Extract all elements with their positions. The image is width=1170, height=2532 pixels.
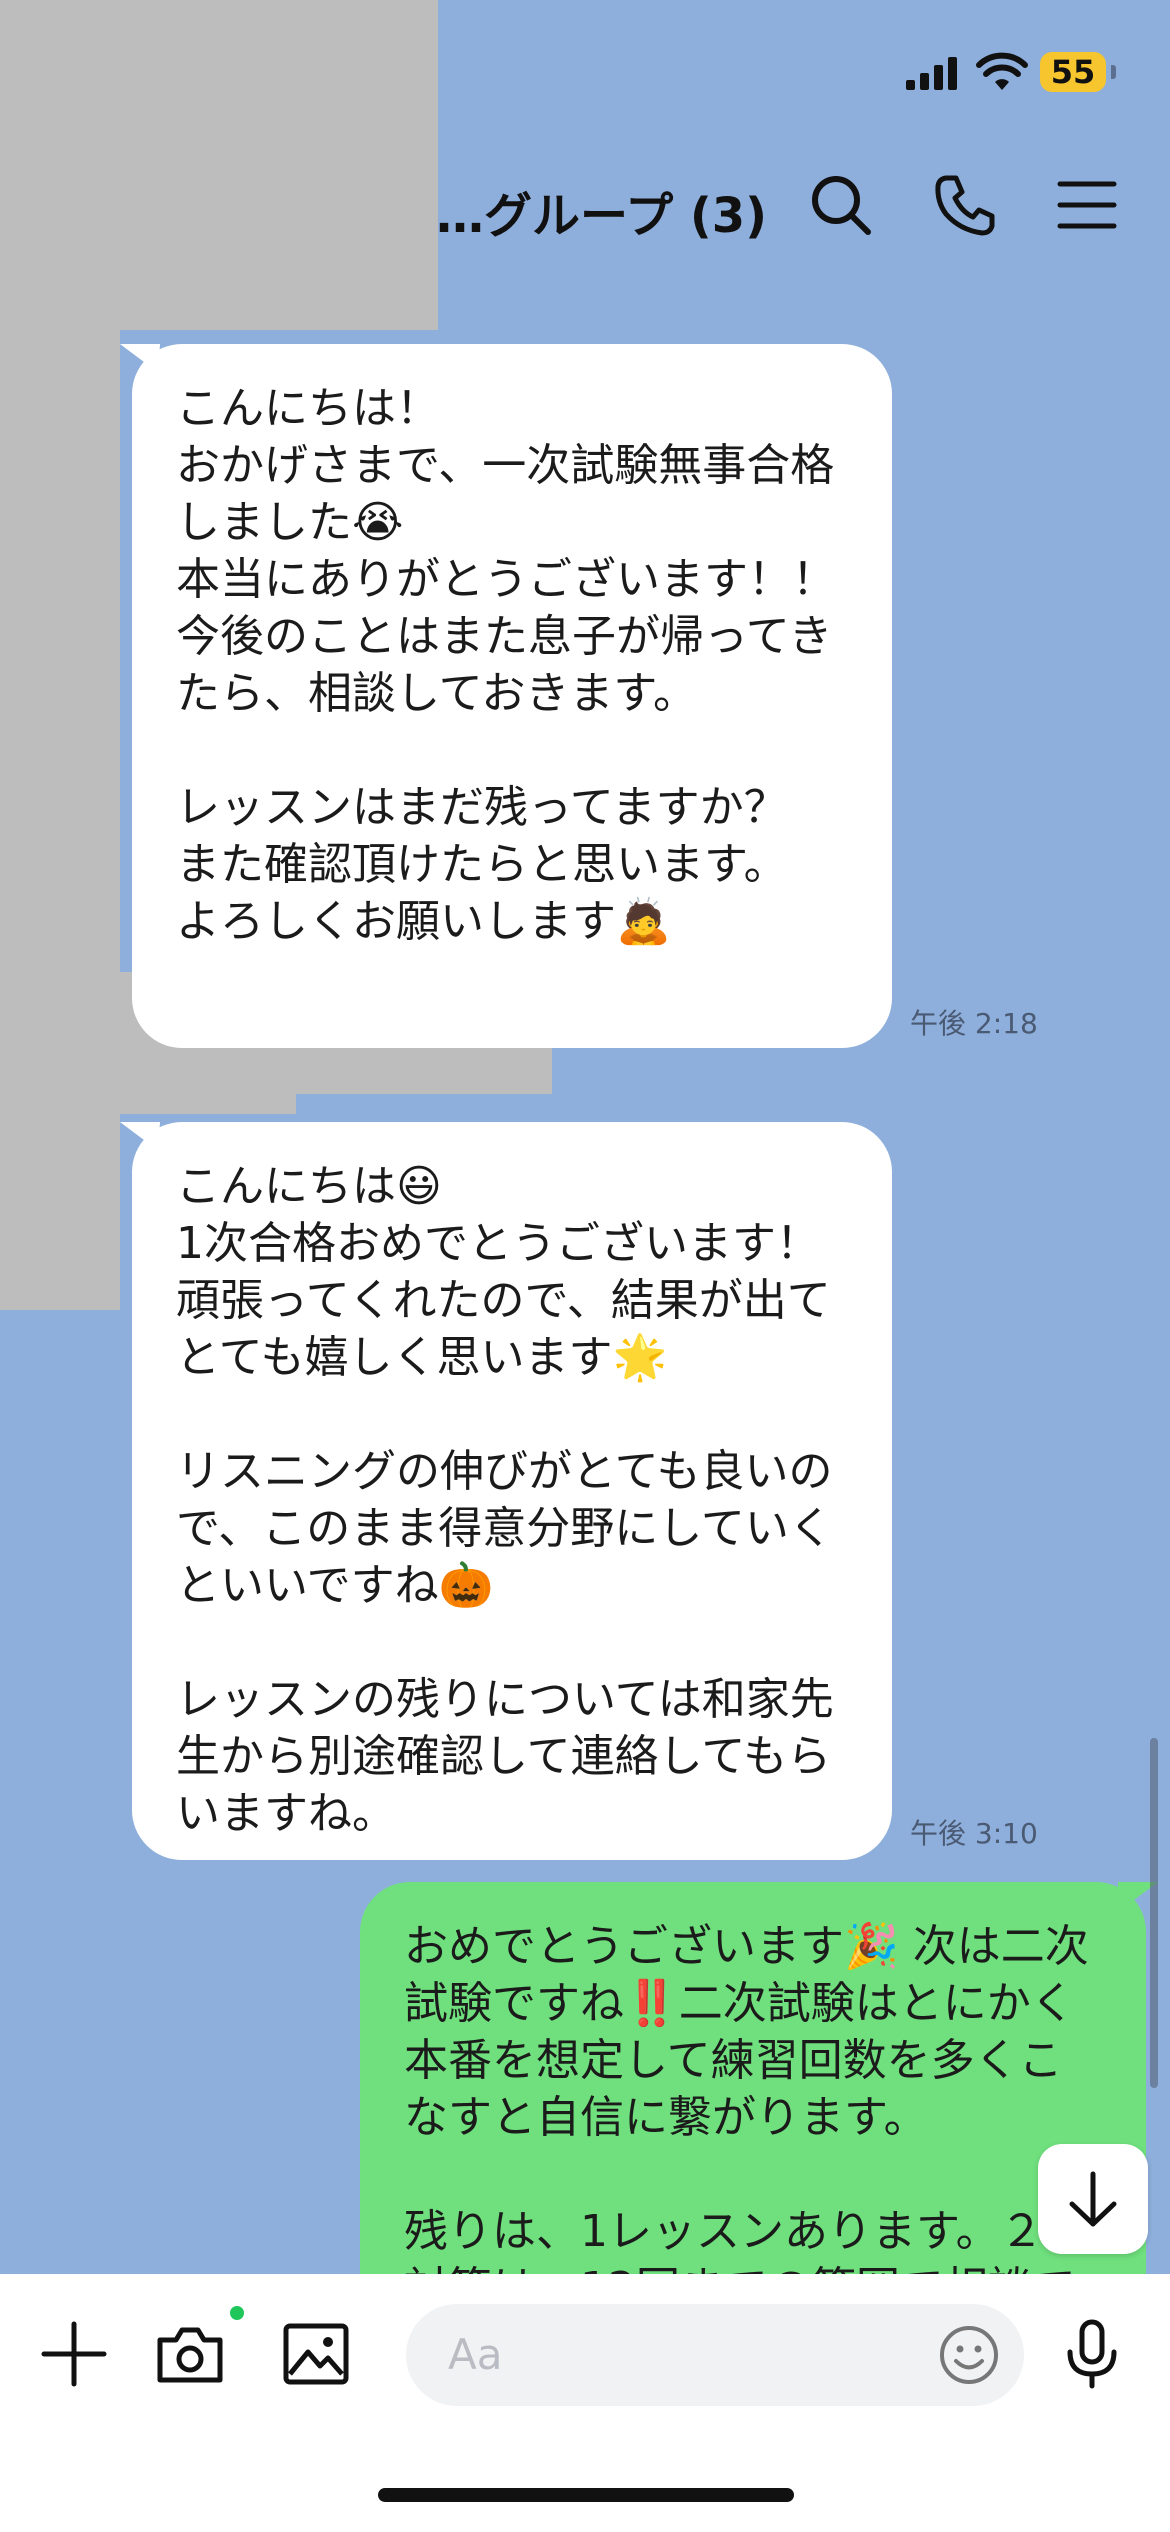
scrollbar[interactable] xyxy=(1150,1738,1158,2088)
redacted-area xyxy=(120,1094,296,1114)
menu-icon[interactable] xyxy=(1054,172,1120,238)
message-timestamp: 午後 3:10 xyxy=(910,1817,1038,1850)
cellular-signal-icon xyxy=(906,57,957,90)
arrow-down-icon xyxy=(1069,2171,1117,2227)
battery-indicator: 55 xyxy=(1040,52,1116,92)
incoming-message-bubble[interactable]: こんにちは😃 1次合格おめでとうございます！ 頑張ってくれたので、結果が出てとて… xyxy=(132,1122,892,1860)
image-icon[interactable] xyxy=(280,2318,352,2390)
chat-screen: 55 …グループ (3) こんにちは！ おかげさまで、一次試験無事合格しました😭… xyxy=(0,0,1170,2532)
message-timestamp: 午後 2:18 xyxy=(910,1007,1038,1040)
notification-dot xyxy=(230,2306,244,2320)
emoji-icon[interactable] xyxy=(938,2324,1000,2386)
camera-icon[interactable] xyxy=(154,2318,226,2390)
redacted-area xyxy=(0,330,120,1310)
redacted-area xyxy=(0,0,438,330)
home-indicator[interactable] xyxy=(378,2488,794,2502)
wifi-icon xyxy=(976,52,1028,90)
plus-icon[interactable] xyxy=(38,2318,110,2390)
chat-title[interactable]: …グループ (3) xyxy=(436,176,767,244)
phone-icon[interactable] xyxy=(932,172,998,238)
outgoing-message-bubble[interactable]: おめでとうございます🎉 次は二次試験ですね‼️二次試験はとにかく本番を想定して練… xyxy=(360,1882,1146,2314)
scroll-to-bottom-button[interactable] xyxy=(1038,2144,1148,2254)
message-input[interactable]: Aa xyxy=(406,2304,1024,2406)
search-icon[interactable] xyxy=(808,172,874,238)
incoming-message-bubble[interactable]: こんにちは！ おかげさまで、一次試験無事合格しました😭 本当にありがとうございま… xyxy=(132,344,892,1048)
microphone-icon[interactable] xyxy=(1056,2318,1128,2390)
